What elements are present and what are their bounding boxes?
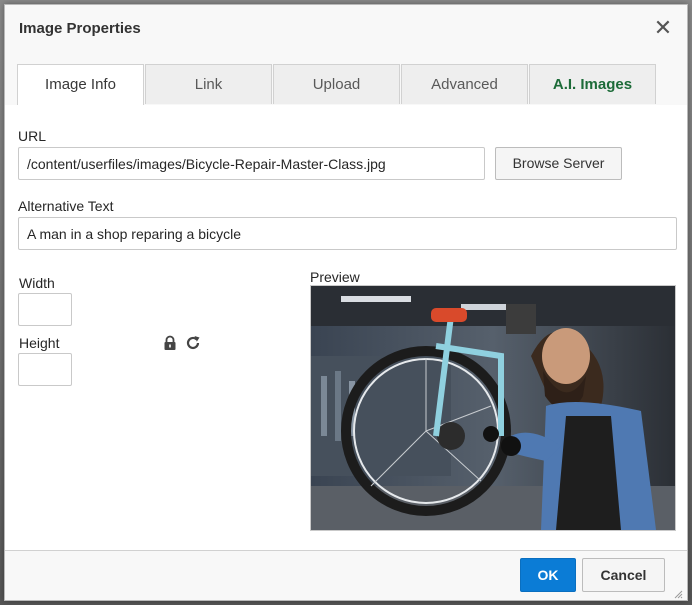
height-input[interactable] (18, 353, 72, 386)
width-input[interactable] (18, 293, 72, 326)
image-properties-dialog: Image Properties ✕ Image Info Link Uploa… (4, 4, 688, 601)
close-icon[interactable]: ✕ (653, 16, 673, 40)
tab-link[interactable]: Link (145, 64, 272, 104)
dialog-title: Image Properties (19, 20, 141, 37)
alt-text-label: Alternative Text (18, 198, 114, 214)
tab-ai-images[interactable]: A.I. Images (529, 64, 656, 104)
preview-label: Preview (310, 269, 360, 285)
alt-text-input[interactable] (18, 217, 677, 250)
url-input[interactable] (18, 147, 485, 180)
cancel-button[interactable]: Cancel (582, 558, 665, 592)
dialog-footer: OK Cancel (5, 550, 687, 600)
preview-photo (311, 286, 675, 530)
image-preview (310, 285, 676, 531)
dialog-titlebar: Image Properties ✕ (5, 5, 687, 53)
url-label: URL (18, 128, 47, 144)
height-label: Height (19, 335, 60, 351)
lock-icon[interactable] (162, 335, 178, 351)
ok-button[interactable]: OK (520, 558, 576, 592)
tab-advanced[interactable]: Advanced (401, 64, 528, 104)
tab-bar: Image Info Link Upload Advanced A.I. Ima… (5, 52, 687, 106)
tab-upload[interactable]: Upload (273, 64, 400, 104)
dialog-body: URL Browse Server Alternative Text Width… (5, 105, 687, 552)
reset-size-icon[interactable] (185, 335, 201, 351)
width-label: Width (19, 275, 55, 291)
tab-image-info[interactable]: Image Info (17, 64, 144, 106)
resize-grip-icon[interactable] (673, 586, 683, 599)
browse-server-button[interactable]: Browse Server (495, 147, 622, 180)
